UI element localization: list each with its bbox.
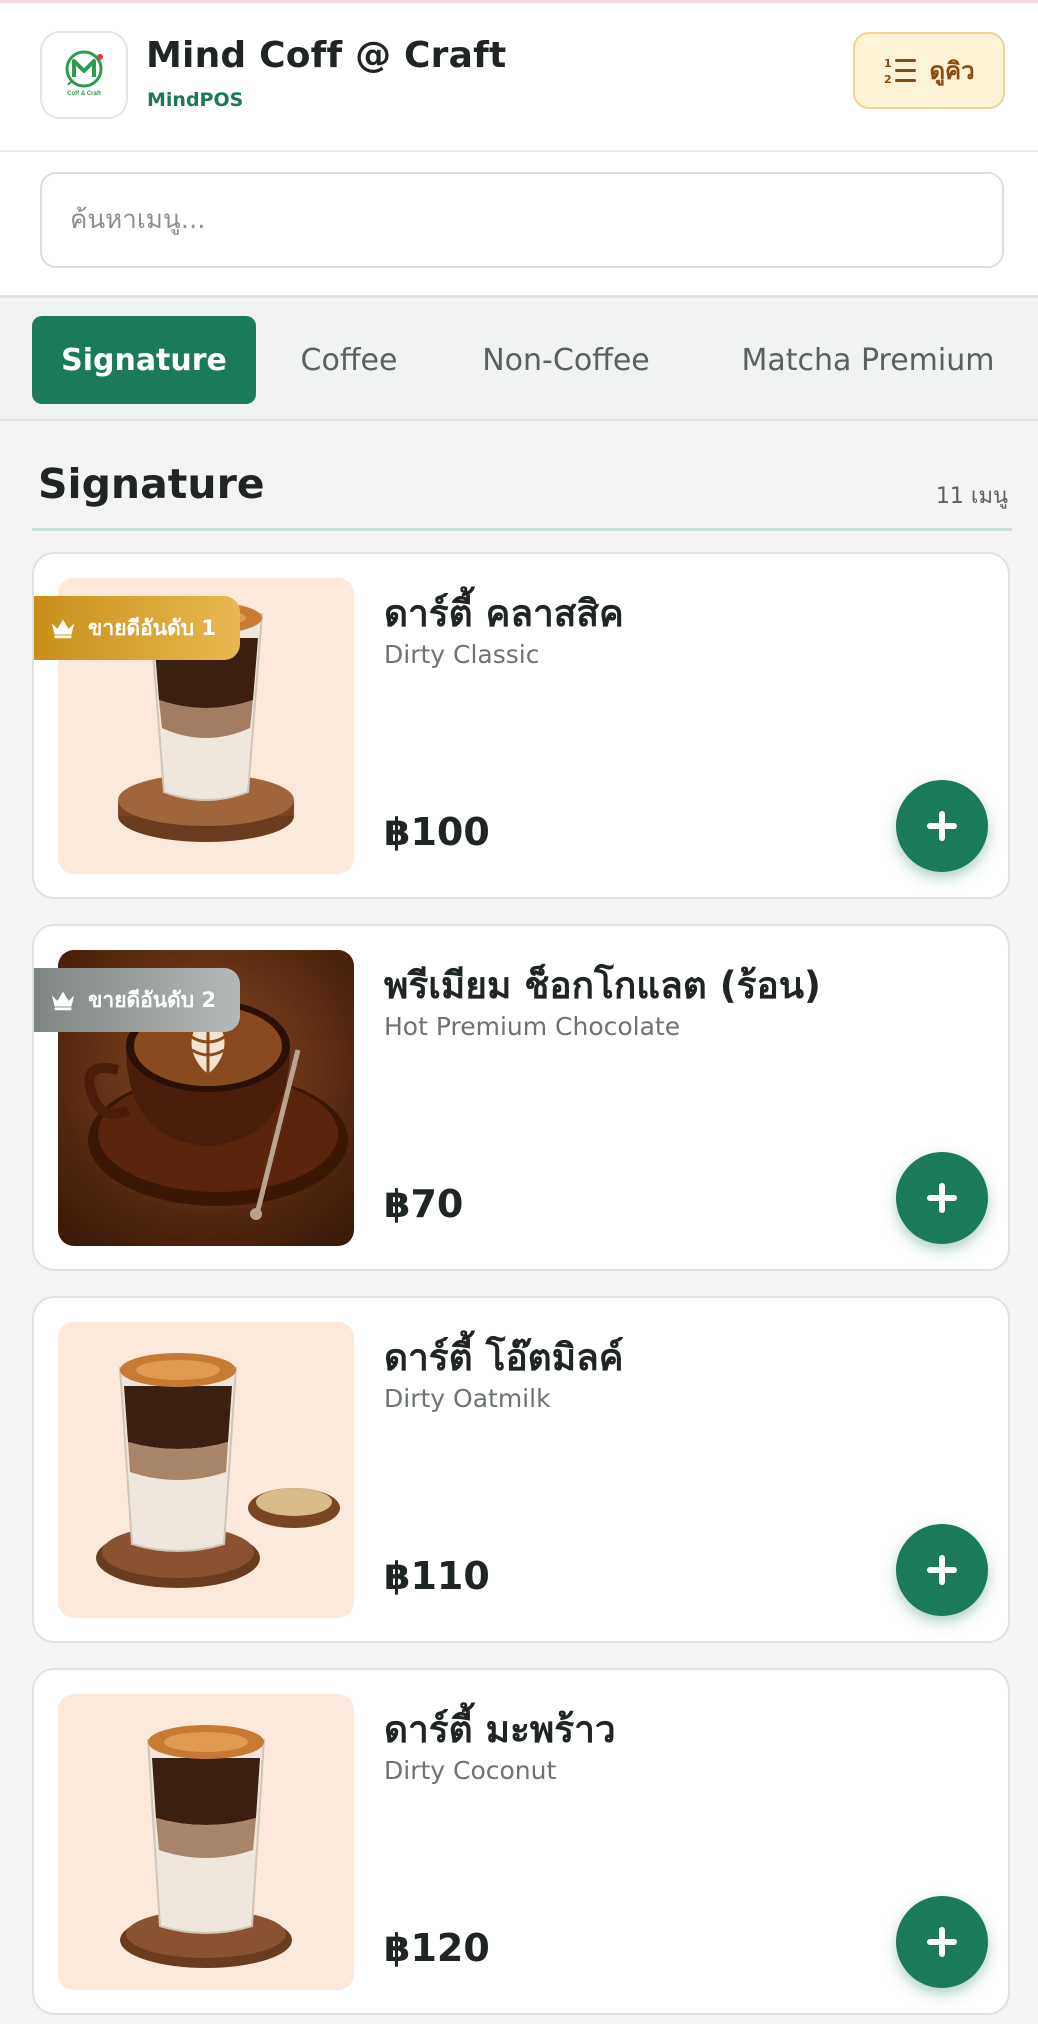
add-to-cart-button[interactable] [896, 780, 988, 872]
item-name: ดาร์ตี้ คลาสสิค [384, 592, 624, 635]
item-english-name: Dirty Oatmilk [384, 1384, 551, 1413]
search-bar [0, 152, 1038, 298]
item-price: ฿100 [384, 810, 490, 854]
plus-icon [927, 1183, 957, 1213]
add-to-cart-button[interactable] [896, 1524, 988, 1616]
item-price: ฿70 [384, 1182, 464, 1226]
item-english-name: Dirty Classic [384, 640, 540, 669]
svg-text:2: 2 [884, 73, 892, 86]
item-english-name: Dirty Coconut [384, 1756, 557, 1785]
view-queue-button[interactable]: 1 2 ดูคิว [853, 32, 1005, 109]
tab-signature[interactable]: Signature [32, 316, 256, 404]
app-header: Coff & Craft Mind Coff @ Craft MindPOS 1… [0, 3, 1038, 152]
logo-text: Coff & Craft [67, 91, 101, 97]
menu-item-card[interactable]: ขายดีอันดับ 2 พรีเมียม ช็อกโกแลต (ร้อน) … [32, 924, 1010, 1271]
category-tabs: Signature Coffee Non-Coffee Matcha Premi… [0, 301, 1038, 421]
brand-name: Mind Coff @ Craft [146, 35, 507, 76]
numbered-list-icon: 1 2 [884, 57, 917, 86]
menu-item-image [58, 1322, 354, 1618]
item-price: ฿120 [384, 1926, 490, 1970]
plus-icon [927, 1555, 957, 1585]
brand-subtitle: MindPOS [147, 89, 244, 111]
tab-coffee[interactable]: Coffee [280, 316, 418, 404]
bestseller-label: ขายดีอันดับ 1 [88, 615, 216, 640]
tab-matcha-premium[interactable]: Matcha Premium [718, 316, 1018, 404]
item-english-name: Hot Premium Chocolate [384, 1012, 681, 1041]
item-name: ดาร์ตี้ มะพร้าว [384, 1708, 616, 1751]
crown-icon [51, 991, 75, 1011]
item-price: ฿110 [384, 1554, 490, 1598]
logo-icon: Coff & Craft [65, 50, 103, 97]
menu-item-card[interactable]: ดาร์ตี้ มะพร้าว Dirty Coconut ฿120 [32, 1668, 1010, 2015]
brand-logo: Coff & Craft [40, 31, 128, 119]
add-to-cart-button[interactable] [896, 1896, 988, 1988]
bestseller-label: ขายดีอันดับ 2 [88, 987, 216, 1012]
tab-non-coffee[interactable]: Non-Coffee [462, 316, 670, 404]
bestseller-badge: ขายดีอันดับ 1 [34, 596, 240, 660]
item-name: ดาร์ตี้ โอ๊ตมิลค์ [384, 1336, 624, 1379]
section-divider [32, 528, 1012, 531]
view-queue-label: ดูคิว [929, 57, 975, 85]
menu-item-image [58, 1694, 354, 1990]
svg-text:1: 1 [884, 57, 892, 70]
item-name: พรีเมียม ช็อกโกแลต (ร้อน) [384, 964, 821, 1007]
plus-icon [927, 1927, 957, 1957]
menu-item-card[interactable]: ดาร์ตี้ โอ๊ตมิลค์ Dirty Oatmilk ฿110 [32, 1296, 1010, 1643]
add-to-cart-button[interactable] [896, 1152, 988, 1244]
crown-icon [51, 619, 75, 639]
menu-item-card[interactable]: ขายดีอันดับ 1 ดาร์ตี้ คลาสสิค Dirty Clas… [32, 552, 1010, 899]
plus-icon [927, 811, 957, 841]
section-title: Signature [38, 460, 265, 508]
menu-search-input[interactable] [40, 172, 1004, 268]
bestseller-badge: ขายดีอันดับ 2 [34, 968, 240, 1032]
section-item-count: 11 เมนู [935, 484, 1008, 509]
